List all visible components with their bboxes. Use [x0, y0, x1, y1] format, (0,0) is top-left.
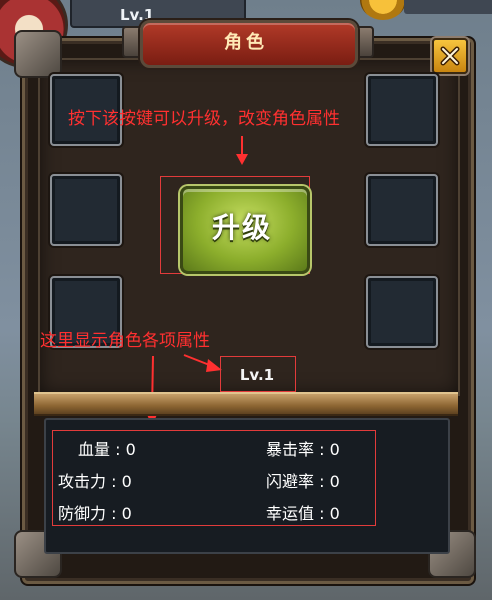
- equipment-slot-right-2[interactable]: [366, 174, 438, 246]
- stats-arrow-icon: [145, 355, 159, 426]
- equipment-slot-right-3[interactable]: [366, 276, 438, 348]
- down-arrow-icon: [236, 136, 248, 165]
- coin-icon: [360, 0, 406, 20]
- background-currency-bar: [404, 0, 492, 14]
- corner-ornament-top-left: [14, 30, 62, 78]
- stats-hint-annotation: 这里显示角色各项属性: [40, 331, 210, 351]
- upgrade-button-label: 升级: [211, 211, 272, 244]
- window-title: 角色: [224, 32, 268, 53]
- equipment-slot-right-1[interactable]: [366, 74, 438, 146]
- close-x-icon: [440, 46, 460, 66]
- wood-divider: [34, 392, 458, 416]
- close-button[interactable]: [432, 38, 468, 74]
- upgrade-hint-annotation: 按下该按键可以升级，改变角色属性: [68, 109, 340, 129]
- stat-dodge-rate: 闪避率 : 0: [266, 472, 340, 491]
- stat-luck: 幸运值 : 0: [266, 504, 340, 523]
- stat-hp: 血量 : 0: [78, 440, 136, 459]
- character-level: Lv.1: [239, 366, 275, 384]
- level-arrow-icon: [183, 354, 222, 372]
- stat-attack: 攻击力 : 0: [58, 472, 132, 491]
- stat-defense: 防御力 : 0: [58, 504, 132, 523]
- equipment-slot-left-2[interactable]: [50, 174, 122, 246]
- stat-crit-rate: 暴击率 : 0: [266, 440, 340, 459]
